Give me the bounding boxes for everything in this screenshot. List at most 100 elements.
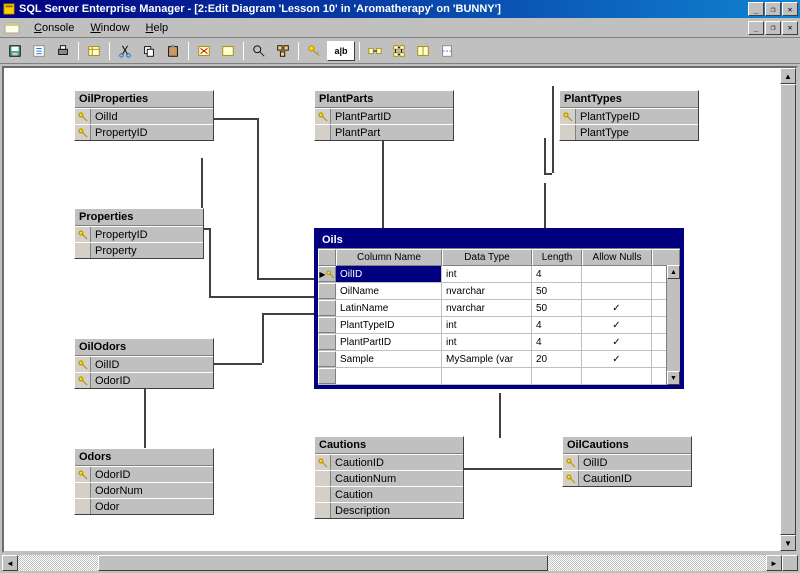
minimize-button[interactable]: _	[748, 2, 764, 16]
table-oilcautions[interactable]: OilCautions OilID CautionID	[562, 436, 692, 487]
show-button[interactable]	[217, 40, 239, 62]
textbox-button[interactable]: a|b	[327, 41, 355, 61]
table-row[interactable]: Odor	[75, 498, 213, 514]
scroll-up-icon[interactable]: ▲	[667, 265, 680, 279]
table-header: Properties	[75, 209, 203, 226]
menu-help[interactable]: Help	[138, 20, 177, 36]
scroll-corner	[782, 555, 798, 571]
table-row[interactable]: PlantPartID	[315, 108, 453, 124]
table-row[interactable]: PlantTypeID	[560, 108, 698, 124]
table-row[interactable]: CautionID	[563, 470, 691, 486]
table-plantparts[interactable]: PlantParts PlantPartID PlantPart	[314, 90, 454, 141]
delete-button[interactable]	[193, 40, 215, 62]
table-row[interactable]: PropertyID	[75, 226, 203, 242]
table-cautions[interactable]: Cautions CautionID CautionNum Caution De…	[314, 436, 464, 519]
rel-line	[544, 183, 546, 228]
key-button[interactable]	[303, 40, 325, 62]
table-header: Oils	[318, 232, 680, 249]
table-odors[interactable]: Odors OdorID OdorNum Odor	[74, 448, 214, 515]
constraints-button[interactable]	[412, 40, 434, 62]
mdi-restore-button[interactable]: ❐	[765, 21, 781, 35]
grid-row[interactable]: PlantTypeIDint4✓	[318, 317, 680, 334]
rel-line	[209, 228, 211, 298]
table-row[interactable]: OilID	[563, 454, 691, 470]
menu-console[interactable]: Console	[26, 20, 82, 36]
table-row[interactable]: OdorID	[75, 372, 213, 388]
save-button[interactable]	[4, 40, 26, 62]
col-header-name[interactable]: Column Name	[336, 249, 442, 266]
table-row[interactable]: PlantPart	[315, 124, 453, 140]
table-oilodors[interactable]: OilOdors OilID OdorID	[74, 338, 214, 389]
table-row[interactable]: OilID	[75, 356, 213, 372]
paste-button[interactable]	[162, 40, 184, 62]
grid-vscrollbar[interactable]: ▲ ▼	[666, 265, 680, 385]
rel-line	[262, 313, 314, 315]
scroll-thumb[interactable]	[780, 84, 796, 535]
rel-line	[212, 363, 262, 365]
window-titlebar: SQL Server Enterprise Manager - [2:Edit …	[0, 0, 800, 18]
rel-line	[544, 173, 552, 175]
grid-row[interactable]: PlantPartIDint4✓	[318, 334, 680, 351]
table-row[interactable]: OdorNum	[75, 482, 213, 498]
mdi-close-button[interactable]: ✕	[782, 21, 798, 35]
col-header-length[interactable]: Length	[532, 249, 582, 266]
indexes-button[interactable]	[388, 40, 410, 62]
pagebreak-button[interactable]	[436, 40, 458, 62]
table-row[interactable]: OdorID	[75, 466, 213, 482]
table-row[interactable]: CautionNum	[315, 470, 463, 486]
scroll-down-icon[interactable]: ▼	[667, 371, 680, 385]
table-planttypes[interactable]: PlantTypes PlantTypeID PlantType	[559, 90, 699, 141]
scroll-thumb[interactable]	[98, 555, 548, 571]
table-row[interactable]: Description	[315, 502, 463, 518]
grid-row[interactable]: OilNamenvarchar50	[318, 283, 680, 300]
rel-line	[257, 118, 259, 278]
rel-line	[499, 468, 564, 470]
print-button[interactable]	[52, 40, 74, 62]
arrange-button[interactable]	[272, 40, 294, 62]
rel-line	[552, 86, 554, 173]
close-button[interactable]: ✕	[782, 2, 798, 16]
grid-empty-row[interactable]	[318, 368, 680, 385]
table-header: PlantParts	[315, 91, 453, 108]
table-oilproperties[interactable]: OilProperties OilId PropertyID	[74, 90, 214, 141]
scroll-up-button[interactable]: ▲	[780, 68, 796, 84]
menu-window[interactable]: Window	[82, 20, 137, 36]
copy-button[interactable]	[138, 40, 160, 62]
rel-line	[257, 278, 314, 280]
table-properties[interactable]: Properties PropertyID Property	[74, 208, 204, 259]
table-header: PlantTypes	[560, 91, 698, 108]
canvas-vscrollbar[interactable]: ▲ ▼	[780, 68, 796, 551]
col-header-type[interactable]: Data Type	[442, 249, 532, 266]
relationship-button[interactable]	[364, 40, 386, 62]
zoom-button[interactable]	[248, 40, 270, 62]
grid-row[interactable]: LatinNamenvarchar50✓	[318, 300, 680, 317]
grid-row[interactable]: ▶OilIDint4	[318, 266, 680, 283]
scroll-left-button[interactable]: ◄	[2, 555, 18, 571]
table-row[interactable]: CautionID	[315, 454, 463, 470]
table-row[interactable]: OilId	[75, 108, 213, 124]
col-header-nulls[interactable]: Allow Nulls	[582, 249, 652, 266]
grid-row[interactable]: SampleMySample (var20✓	[318, 351, 680, 368]
cut-button[interactable]	[114, 40, 136, 62]
table-oils[interactable]: Oils Column Name Data Type Length Allow …	[314, 228, 684, 389]
scroll-right-button[interactable]: ►	[766, 555, 782, 571]
table-header: Cautions	[315, 437, 463, 454]
mdi-minimize-button[interactable]: _	[748, 21, 764, 35]
scroll-down-button[interactable]: ▼	[780, 535, 796, 551]
properties-button[interactable]	[28, 40, 50, 62]
table-header: OilCautions	[563, 437, 691, 454]
maximize-button[interactable]: ❐	[765, 2, 781, 16]
mdi-icon	[4, 20, 20, 36]
rel-line	[382, 138, 384, 228]
table-row[interactable]: PlantType	[560, 124, 698, 140]
table-row[interactable]: Property	[75, 242, 203, 258]
new-table-button[interactable]	[83, 40, 105, 62]
table-row[interactable]: PropertyID	[75, 124, 213, 140]
diagram-canvas[interactable]: OilProperties OilId PropertyID PlantPart…	[2, 66, 798, 553]
rel-line	[262, 313, 264, 363]
table-header: OilOdors	[75, 339, 213, 356]
table-row[interactable]: Caution	[315, 486, 463, 502]
rel-line	[209, 296, 314, 298]
canvas-hscrollbar[interactable]: ◄ ►	[2, 555, 798, 571]
rel-line	[499, 393, 501, 438]
